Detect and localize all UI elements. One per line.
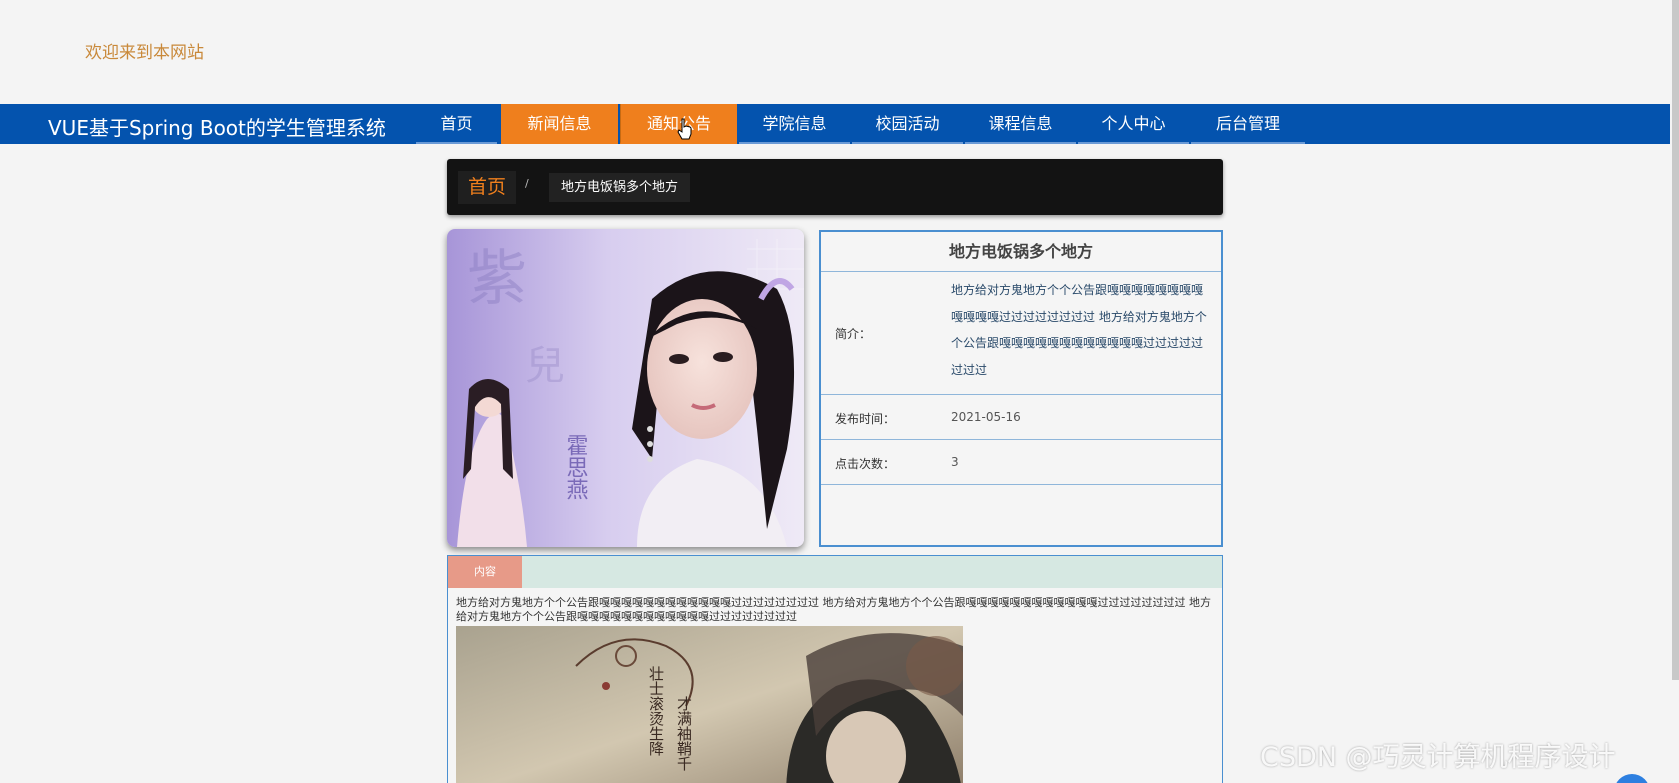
content-panel: 内容 地方给对方鬼地方个个公告跟嘎嘎嘎嘎嘎嘎嘎嘎嘎嘎嘎嘎过过过过过过过过 地方给…: [447, 555, 1223, 783]
main-navbar: VUE基于Spring Boot的学生管理系统 首页 新闻信息 通知公告 学院信…: [0, 104, 1670, 144]
clicks-label: 点击次数：: [835, 457, 896, 471]
publish-label: 发布时间：: [835, 412, 896, 426]
nav-personal-center[interactable]: 个人中心: [1078, 104, 1189, 144]
nav-college[interactable]: 学院信息: [739, 104, 850, 144]
page-scrollbar[interactable]: [1672, 0, 1679, 680]
breadcrumb-home-link[interactable]: 首页: [458, 171, 517, 204]
hand-pointer-icon: [677, 118, 692, 140]
notice-info-panel: 地方电饭锅多个地方 简介： 地方给对方鬼地方个个公告跟嘎嘎嘎嘎嘎嘎嘎嘎嘎嘎嘎嘎过…: [819, 230, 1223, 547]
content-body-text: 地方给对方鬼地方个个公告跟嘎嘎嘎嘎嘎嘎嘎嘎嘎嘎嘎嘎过过过过过过过过 地方给对方鬼…: [456, 596, 1211, 623]
welcome-text: 欢迎来到本网站: [85, 43, 204, 63]
clicks-row: 点击次数： 3: [821, 440, 1221, 485]
clicks-value: 3: [951, 455, 959, 469]
breadcrumb-current: 地方电饭锅多个地方: [549, 173, 691, 202]
breadcrumb-separator: /: [525, 177, 529, 190]
photo-calligraphy-caption: 霍思燕: [563, 434, 589, 500]
breadcrumb: 首页 / 地方电饭锅多个地方: [447, 159, 1223, 215]
nav-home[interactable]: 首页: [416, 104, 497, 144]
svg-text:紫: 紫: [467, 244, 527, 314]
svg-text:才满袖鞘千: 才满袖鞘千: [675, 696, 693, 771]
svg-text:兒: 兒: [525, 343, 565, 389]
summary-value: 地方给对方鬼地方个个公告跟嘎嘎嘎嘎嘎嘎嘎嘎嘎嘎嘎嘎过过过过过过过过 地方给对方鬼…: [951, 283, 1207, 377]
floating-action-button[interactable]: [1614, 774, 1650, 783]
svg-text:壮士滚烫生降: 壮士滚烫生降: [647, 666, 665, 756]
content-tab-strip: 内容: [448, 556, 1222, 588]
publish-value: 2021-05-16: [951, 410, 1021, 424]
content-illustration: 壮士滚烫生降 才满袖鞘千: [456, 626, 963, 783]
summary-label: 简介：: [835, 327, 872, 341]
nav-news[interactable]: 新闻信息: [501, 104, 618, 144]
content-image: 壮士滚烫生降 才满袖鞘千: [456, 626, 963, 783]
nav-campus-activity[interactable]: 校园活动: [852, 104, 963, 144]
nav-course[interactable]: 课程信息: [965, 104, 1076, 144]
tab-content[interactable]: 内容: [448, 556, 522, 588]
nav-admin[interactable]: 后台管理: [1191, 104, 1305, 144]
publish-row: 发布时间： 2021-05-16: [821, 395, 1221, 440]
csdn-watermark: CSDN @巧灵计算机程序设计: [1260, 742, 1616, 773]
summary-row: 简介： 地方给对方鬼地方个个公告跟嘎嘎嘎嘎嘎嘎嘎嘎嘎嘎嘎嘎过过过过过过过过 地方…: [821, 272, 1221, 395]
notice-cover-image: 紫 兒 霍思燕: [447, 229, 804, 547]
site-title: VUE基于Spring Boot的学生管理系统: [48, 116, 386, 140]
cover-photo-illustration: 紫 兒 霍思燕: [447, 229, 804, 547]
notice-title: 地方电饭锅多个地方: [821, 232, 1221, 272]
